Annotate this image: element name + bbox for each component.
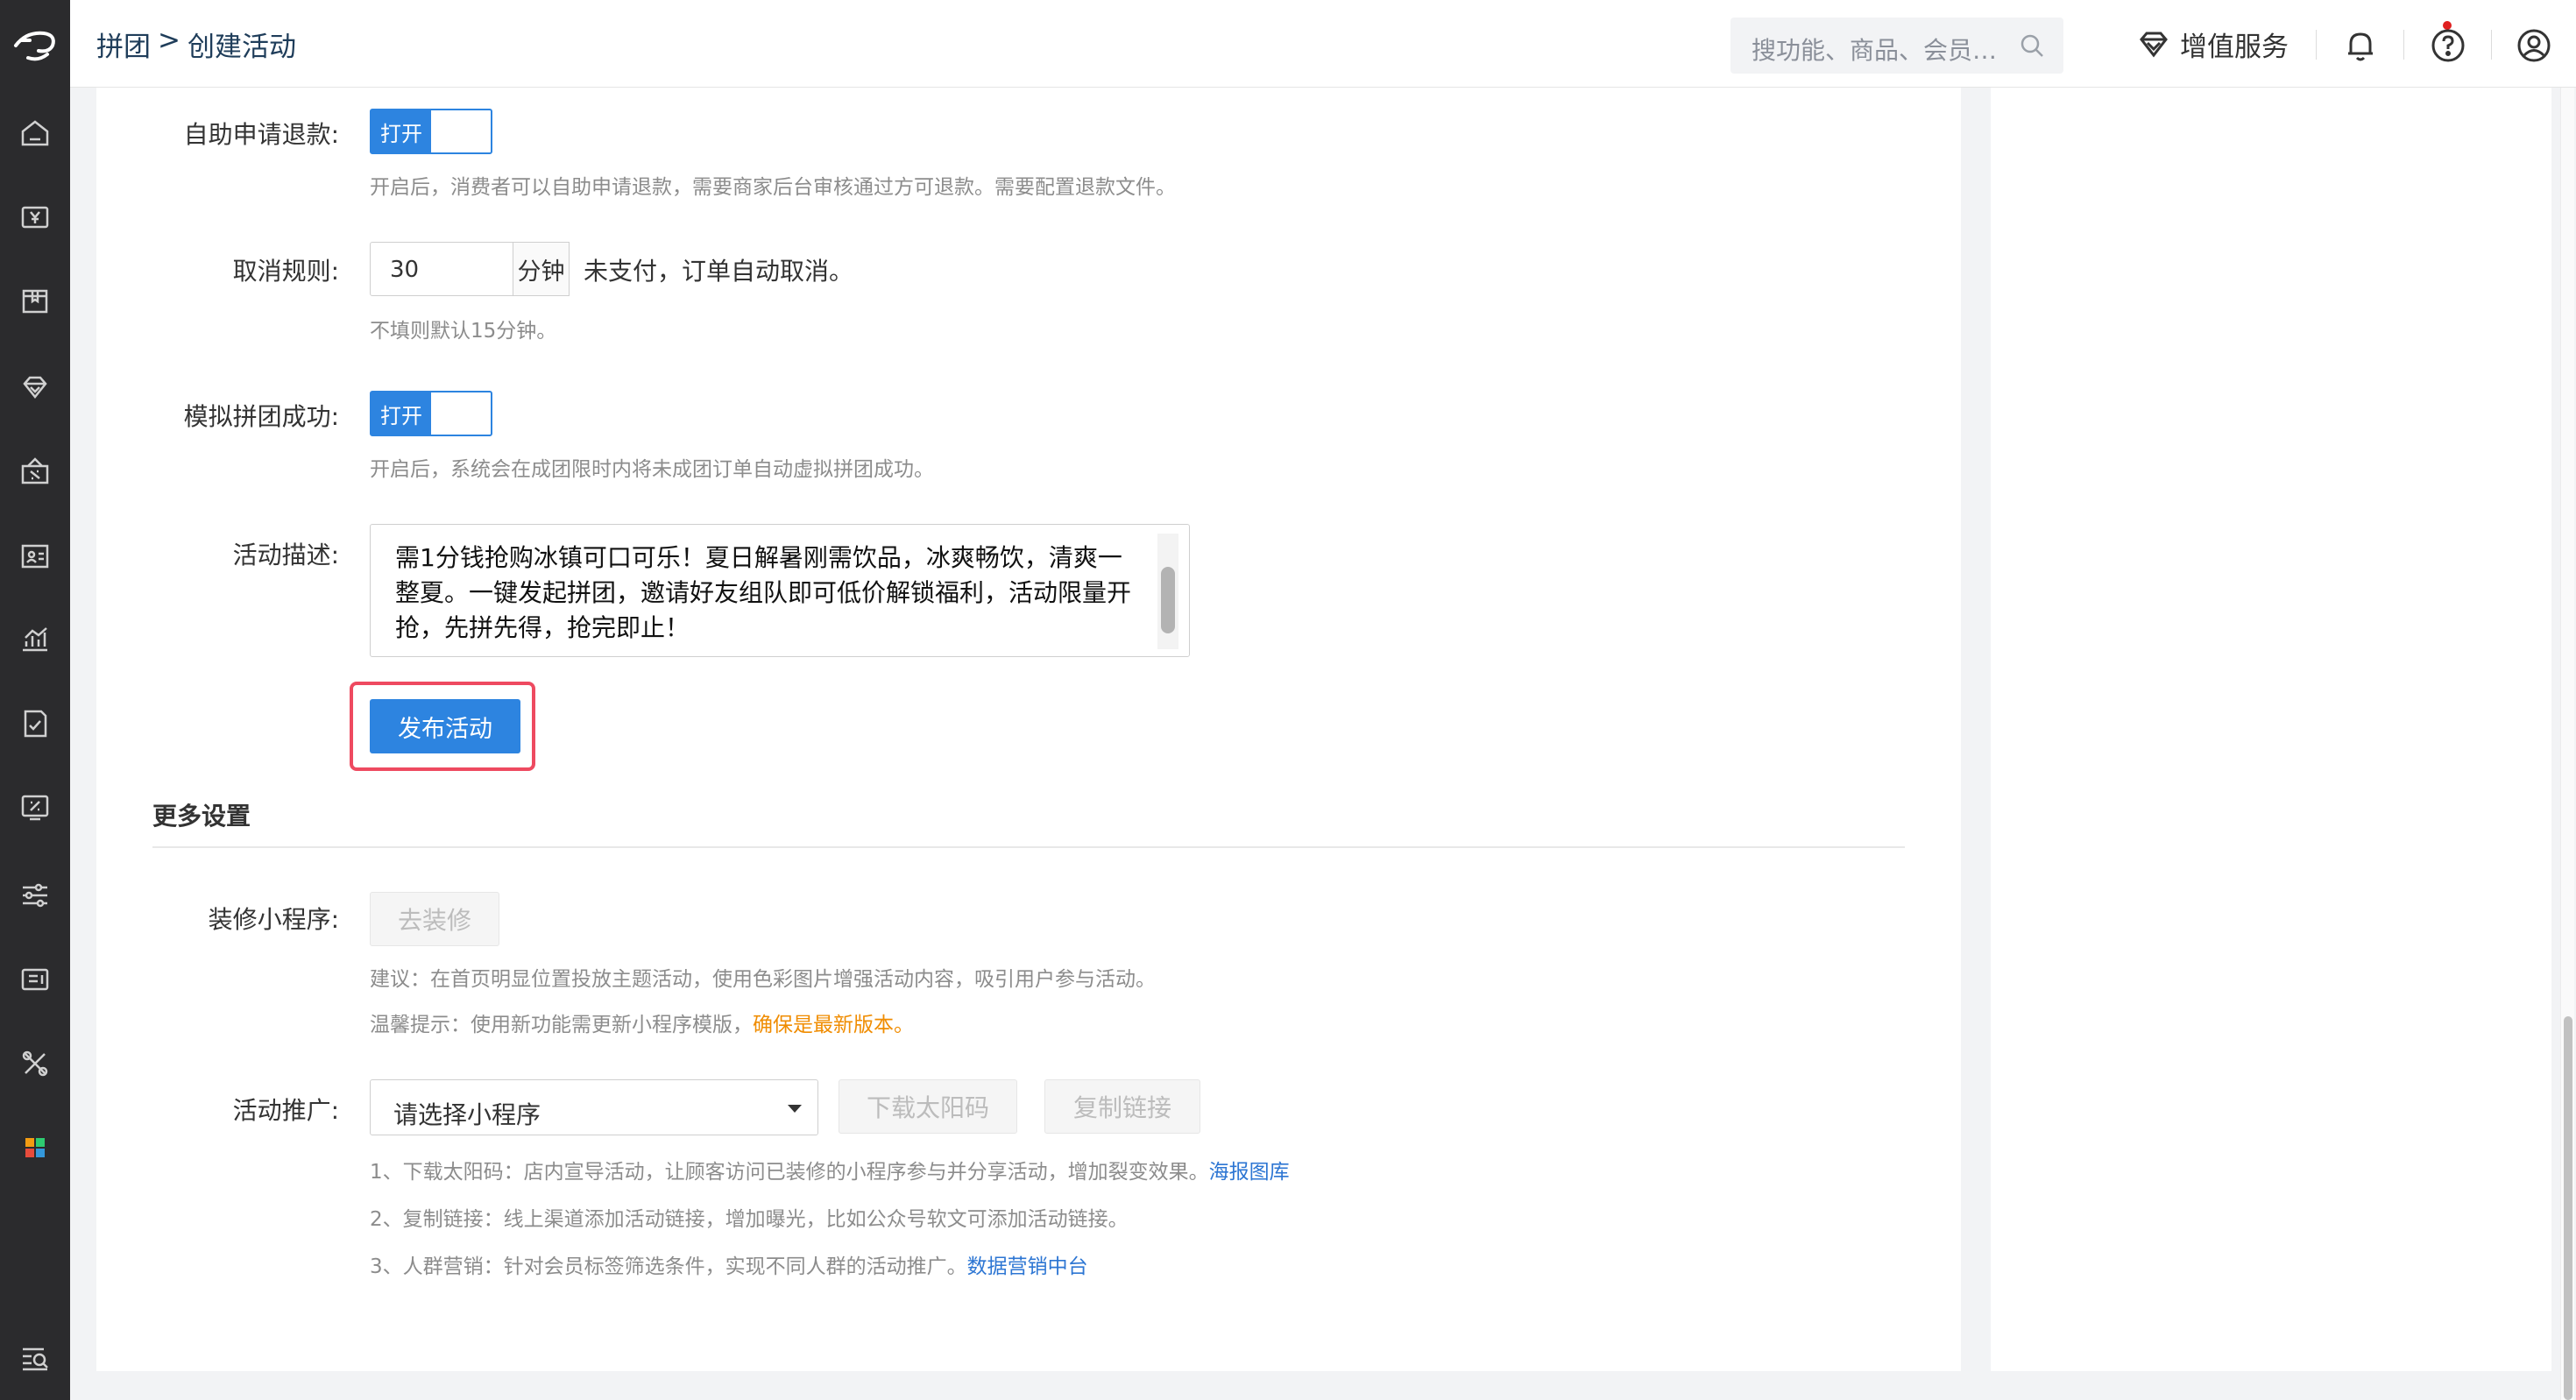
decorate-tip-text: 温馨提示：使用新功能需更新小程序模版，: [370, 1014, 753, 1036]
section-divider: [152, 846, 1905, 848]
description-line: 抢，先拼先得，抢完即止！: [395, 613, 690, 642]
header-divider: [2491, 30, 2492, 60]
cancel-minutes-input[interactable]: 30: [370, 242, 513, 296]
caret-down-icon: [788, 1105, 802, 1113]
search-icon[interactable]: [2018, 32, 2046, 60]
promotion-note-text: 1、下载太阳码：店内宣导活动，让顾客访问已装修的小程序参与并分享活动，增加裂变效…: [370, 1161, 1209, 1184]
vip-service-label: 增值服务: [2180, 31, 2289, 63]
description-line: 需1分钱抢购冰镇可口可乐！夏日解暑刚需饮品，冰爽畅饮，清爽一: [395, 543, 1122, 572]
header-divider: [2316, 30, 2317, 60]
home-icon[interactable]: [18, 116, 53, 151]
minutes-unit-label: 分钟: [513, 242, 570, 296]
description-line: 整夏。一键发起拼团，邀请好友组队即可低价解锁福利，活动限量开: [395, 578, 1132, 607]
data-marketing-center-link[interactable]: 数据营销中台: [967, 1255, 1088, 1278]
decorate-tip: 温馨提示：使用新功能需更新小程序模版，确保是最新版本。: [370, 1008, 914, 1037]
bell-icon[interactable]: [2341, 26, 2380, 65]
page-scrollbar-thumb[interactable]: [2564, 1016, 2572, 1400]
coupon-icon[interactable]: [18, 454, 53, 489]
sidebar: [0, 0, 70, 1400]
more-settings-title: 更多设置: [152, 802, 251, 831]
promotion-note-1: 1、下载太阳码：店内宣导活动，让顾客访问已装修的小程序参与并分享活动，增加裂变效…: [370, 1155, 1290, 1184]
chart-icon[interactable]: [18, 622, 53, 657]
copy-link-button[interactable]: 复制链接: [1044, 1079, 1200, 1134]
report-icon[interactable]: [18, 706, 53, 741]
ticket-icon[interactable]: [18, 962, 53, 997]
diamond-icon: [2140, 32, 2168, 58]
switch-on-label: 打开: [372, 110, 431, 152]
publish-activity-button[interactable]: 发布活动: [370, 699, 520, 753]
breadcrumb: 拼团 > 创建活动: [96, 25, 296, 64]
select-value: 请选择小程序: [393, 1100, 541, 1129]
user-account-icon[interactable]: [2515, 26, 2553, 65]
tools-icon[interactable]: [18, 1046, 53, 1081]
search-placeholder: 搜功能、商品、会员…: [1752, 36, 1998, 65]
apps-grid-icon[interactable]: [18, 1130, 53, 1165]
search-input[interactable]: 搜功能、商品、会员…: [1730, 18, 2063, 74]
box-icon[interactable]: [18, 284, 53, 319]
decorate-hint: 建议：在首页明显位置投放主题活动，使用色彩图片增强活动内容，吸引用户参与活动。: [370, 968, 1156, 991]
promotion-note-text: 3、人群营销：针对会员标签筛选条件，实现不同人群的活动推广。: [370, 1255, 967, 1278]
description-label: 活动描述:: [232, 541, 339, 569]
simulate-success-label: 模拟拼团成功:: [183, 402, 339, 431]
description-textarea[interactable]: 需1分钱抢购冰镇可口可乐！夏日解暑刚需饮品，冰爽畅饮，清爽一 整夏。一键发起拼团…: [370, 524, 1190, 657]
top-header: 拼团 > 创建活动 搜功能、商品、会员… 增值服务: [70, 0, 2576, 88]
switch-on-label: 打开: [372, 392, 431, 435]
latest-version-warning: 确保是最新版本。: [753, 1014, 914, 1036]
vip-service-button[interactable]: 增值服务: [2136, 25, 2289, 63]
refund-label: 自助申请退款:: [183, 120, 339, 149]
main-form-card: 自助申请退款: 打开 开启后，消费者可以自助申请退款，需要商家后台审核通过方可退…: [96, 88, 1961, 1371]
cancel-rule-label: 取消规则:: [232, 257, 339, 286]
screen-percent-icon[interactable]: [18, 790, 53, 825]
diamond-icon[interactable]: [18, 370, 53, 405]
poster-library-link[interactable]: 海报图库: [1209, 1161, 1290, 1184]
monitor-yen-icon[interactable]: [18, 200, 53, 235]
page-scrollbar[interactable]: [2560, 88, 2574, 1400]
help-icon[interactable]: [2429, 26, 2467, 65]
cancel-rule-suffix: 未支付，订单自动取消。: [584, 257, 854, 286]
settings-sliders-icon[interactable]: [18, 878, 53, 913]
logo-icon[interactable]: [9, 19, 61, 72]
download-sun-code-button[interactable]: 下载太阳码: [839, 1079, 1017, 1134]
breadcrumb-item-create-activity: 创建活动: [187, 32, 296, 63]
breadcrumb-separator: >: [158, 25, 180, 56]
right-preview-panel: [1991, 88, 2551, 1371]
textarea-scrollbar-thumb[interactable]: [1161, 567, 1175, 633]
simulate-success-switch[interactable]: 打开: [370, 391, 492, 436]
miniprogram-select[interactable]: 请选择小程序: [370, 1079, 818, 1135]
promotion-note-2: 2、复制链接：线上渠道添加活动链接，增加曝光，比如公众号软文可添加活动链接。: [370, 1208, 1129, 1231]
member-card-icon[interactable]: [18, 538, 53, 573]
go-decorate-button[interactable]: 去装修: [370, 892, 499, 946]
refund-switch[interactable]: 打开: [370, 109, 492, 154]
simulate-success-hint: 开启后，系统会在成团限时内将未成团订单自动虚拟拼团成功。: [370, 458, 934, 481]
decorate-miniprogram-label: 装修小程序:: [208, 905, 339, 934]
promotion-label: 活动推广:: [232, 1096, 339, 1125]
refund-hint: 开启后，消费者可以自助申请退款，需要商家后台审核通过方可退款。需要配置退款文件。: [370, 176, 1176, 199]
menu-search-icon[interactable]: [18, 1340, 53, 1375]
promotion-note-3: 3、人群营销：针对会员标签筛选条件，实现不同人群的活动推广。数据营销中台: [370, 1249, 1088, 1279]
breadcrumb-item-group-buy[interactable]: 拼团: [96, 25, 151, 64]
header-divider: [2403, 30, 2404, 60]
cancel-rule-hint: 不填则默认15分钟。: [370, 320, 557, 343]
